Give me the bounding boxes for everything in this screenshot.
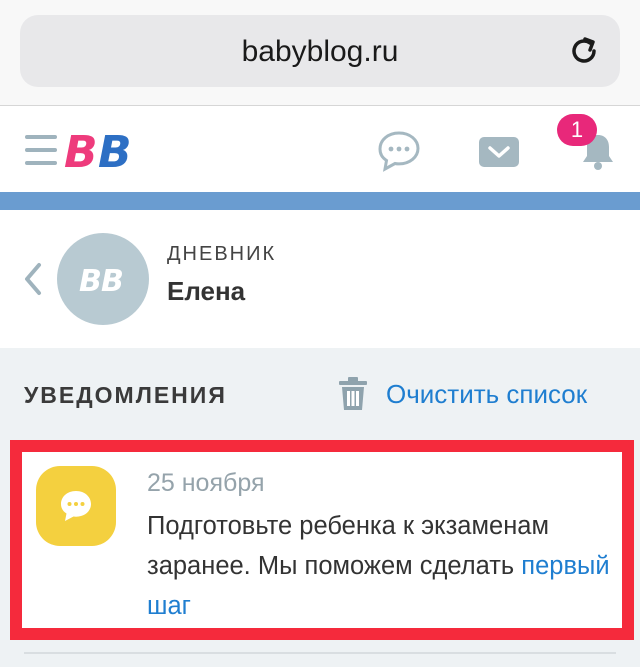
- notifications-header: УВЕДОМЛЕНИЯ Очистить список: [0, 348, 640, 438]
- address-bar[interactable]: babyblog.ru: [20, 15, 620, 87]
- back-chevron-icon[interactable]: [22, 262, 44, 296]
- diary-owner-name[interactable]: Елена: [167, 276, 245, 307]
- site-header: B B 1: [0, 107, 640, 192]
- diary-label: ДНЕВНИК: [167, 243, 277, 265]
- chat-bubble-icon: [36, 466, 116, 546]
- divider: [24, 652, 616, 654]
- notifications-list: 25 ноября Подготовьте ребенка к экзамена…: [0, 438, 640, 667]
- notification-body: Подготовьте ребенка к экзаменам заранее.…: [147, 512, 549, 580]
- notification-text: Подготовьте ребенка к экзаменам заранее.…: [147, 506, 627, 626]
- avatar-logo: B B: [79, 264, 124, 297]
- notification-count-badge: 1: [557, 114, 597, 146]
- avatar[interactable]: B B: [57, 233, 149, 325]
- svg-text:B: B: [64, 127, 98, 175]
- svg-text:B: B: [101, 264, 124, 297]
- chat-icon[interactable]: [377, 129, 421, 173]
- menu-icon[interactable]: [25, 131, 57, 169]
- svg-text:B: B: [98, 127, 132, 175]
- trash-icon: [339, 377, 367, 410]
- browser-bar: babyblog.ru: [0, 0, 640, 106]
- clear-list-label: Очистить список: [386, 378, 588, 409]
- header-stripe: [0, 192, 640, 210]
- logo[interactable]: B B: [64, 125, 140, 175]
- url-text: babyblog.ru: [241, 35, 399, 68]
- mail-icon[interactable]: [477, 129, 521, 173]
- notification-date: 25 ноября: [147, 469, 265, 497]
- clear-list-button[interactable]: Очистить список: [338, 374, 587, 414]
- svg-text:B: B: [79, 264, 102, 297]
- notifications-title: УВЕДОМЛЕНИЯ: [24, 382, 227, 408]
- reload-icon[interactable]: [566, 33, 602, 69]
- notification-item[interactable]: 25 ноября Подготовьте ребенка к экзамена…: [10, 440, 634, 640]
- diary-header: B B ДНЕВНИК Елена: [0, 210, 640, 348]
